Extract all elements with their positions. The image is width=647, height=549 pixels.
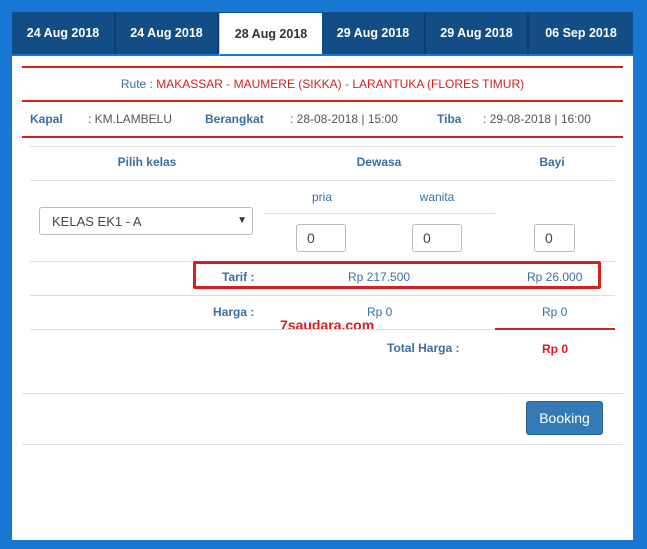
table-border <box>264 213 495 214</box>
total-underline <box>495 328 615 330</box>
route-destination: LARANTUKA (FLORES TIMUR) <box>352 77 525 91</box>
route-line: Rute : MAKASSAR - MAUMERE (SIKKA) - LARA… <box>12 77 633 91</box>
route-label: Rute : <box>120 77 153 91</box>
total-value: Rp 0 <box>542 342 569 356</box>
chevron-down-icon: ▼ <box>237 215 247 226</box>
tab-date-1[interactable]: 24 Aug 2018 <box>12 12 116 54</box>
subheader-female: wanita <box>419 190 455 204</box>
divider-red <box>22 100 623 102</box>
tab-date-5[interactable]: 29 Aug 2018 <box>426 12 529 54</box>
arrive-label: Tiba <box>437 112 462 126</box>
qty-male-input[interactable]: 0 <box>296 224 346 252</box>
col-header-adult: Dewasa <box>356 155 402 169</box>
tab-date-6[interactable]: 06 Sep 2018 <box>529 12 633 54</box>
tarif-infant-value: Rp 26.000 <box>527 270 583 284</box>
divider-red <box>22 136 623 138</box>
class-select-value: KELAS EK1 - A <box>52 213 142 229</box>
tarif-adult-value: Rp 217.500 <box>348 270 411 284</box>
divider <box>22 444 623 445</box>
tab-date-4[interactable]: 29 Aug 2018 <box>322 12 426 54</box>
qty-female-input[interactable]: 0 <box>412 224 462 252</box>
harga-infant-value: Rp 0 <box>542 305 568 319</box>
booking-button[interactable]: Booking <box>526 401 603 435</box>
route-via: MAUMERE (SIKKA) <box>233 77 342 91</box>
tarif-label: Tarif : <box>222 270 255 284</box>
ship-value: : KM.LAMBELU <box>88 112 173 126</box>
watermark-text: 7saudara.com <box>280 317 375 333</box>
col-header-class: Pilih kelas <box>117 155 177 169</box>
route-separator: - <box>344 77 349 91</box>
divider-red <box>22 66 623 68</box>
divider <box>22 393 623 394</box>
depart-value: : 28-08-2018 | 15:00 <box>290 112 398 126</box>
depart-label: Berangkat <box>205 112 264 126</box>
col-header-infant: Bayi <box>539 155 565 169</box>
tab-date-2[interactable]: 24 Aug 2018 <box>116 12 219 54</box>
class-select[interactable]: KELAS EK1 - A ▼ <box>39 207 253 235</box>
date-tabs: 24 Aug 2018 24 Aug 2018 28 Aug 2018 29 A… <box>12 12 633 57</box>
table-border <box>30 329 495 330</box>
total-label: Total Harga : <box>387 341 460 355</box>
table-border <box>30 146 615 147</box>
schedule-panel: Rute : MAKASSAR - MAUMERE (SIKKA) - LARA… <box>12 56 633 540</box>
route-origin: MAKASSAR <box>156 77 223 91</box>
subheader-male: pria <box>311 190 332 204</box>
ship-label: Kapal <box>30 112 63 126</box>
route-separator: - <box>226 77 231 91</box>
tab-date-3-active[interactable]: 28 Aug 2018 <box>219 13 322 57</box>
qty-infant-input[interactable]: 0 <box>534 224 575 252</box>
table-border <box>30 295 615 296</box>
arrive-value: : 29-08-2018 | 16:00 <box>483 112 591 126</box>
table-border <box>30 180 615 181</box>
harga-label: Harga : <box>213 305 255 319</box>
